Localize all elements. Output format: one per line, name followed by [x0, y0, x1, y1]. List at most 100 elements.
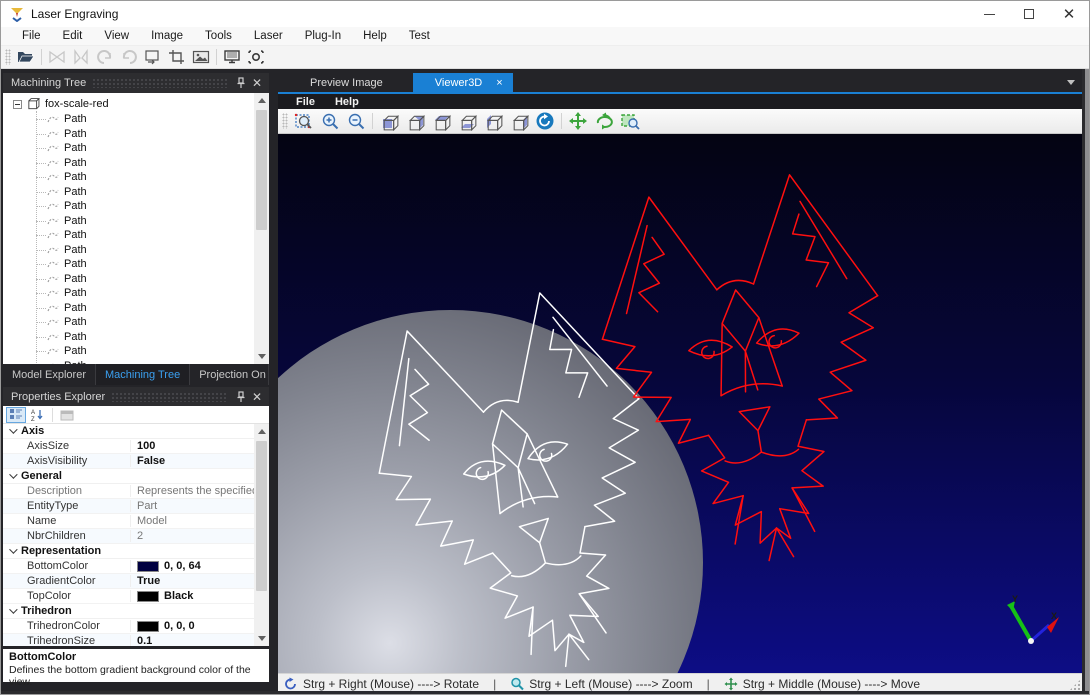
collapse-expander-icon[interactable] — [13, 100, 22, 109]
menu-plugin[interactable]: Plug-In — [294, 28, 352, 44]
property-value[interactable]: 2 — [131, 530, 254, 542]
pin-panel-button[interactable] — [233, 75, 249, 91]
viewer-menu-help[interactable]: Help — [325, 96, 369, 108]
categorized-button[interactable] — [6, 407, 26, 423]
tree-path-item[interactable]: Path — [3, 185, 254, 200]
rotate-ccw-button[interactable] — [117, 47, 141, 68]
tree-path-item[interactable]: Path — [3, 170, 254, 185]
tree-path-item[interactable]: Path — [3, 286, 254, 301]
menu-test[interactable]: Test — [398, 28, 441, 44]
property-value[interactable]: Represents the specified mo — [131, 485, 254, 497]
reset-rotation-button[interactable] — [532, 110, 558, 133]
rotate-cw-button[interactable] — [93, 47, 117, 68]
menu-laser[interactable]: Laser — [243, 28, 294, 44]
viewer-menu-file[interactable]: File — [286, 96, 325, 108]
tree-path-item[interactable]: Path — [3, 330, 254, 345]
tree-path-item[interactable]: Path — [3, 315, 254, 330]
view-front-button[interactable] — [376, 110, 402, 133]
property-value[interactable]: Part — [131, 500, 254, 512]
tree-path-item[interactable]: Path — [3, 214, 254, 229]
tab-list-dropdown-icon[interactable] — [1067, 80, 1075, 85]
scroll-down-button[interactable] — [254, 349, 269, 364]
resize-grip[interactable] — [1069, 679, 1081, 691]
tree-path-item[interactable]: Path — [3, 141, 254, 156]
camera-focus-button[interactable] — [244, 47, 268, 68]
tree-path-item[interactable]: Path — [3, 228, 254, 243]
property-pages-button[interactable] — [57, 407, 77, 423]
tab-viewer3d[interactable]: Viewer3D × — [413, 73, 513, 92]
alphabetical-sort-button[interactable]: AZ — [27, 407, 47, 423]
tree-scrollbar[interactable] — [254, 93, 269, 364]
property-row[interactable]: TrihedronSize0.1 — [3, 634, 254, 646]
tree-path-item[interactable]: Path — [3, 344, 254, 359]
property-row[interactable]: TopColorBlack — [3, 589, 254, 604]
view-back-button[interactable] — [402, 110, 428, 133]
fit-window-button[interactable] — [291, 110, 317, 133]
property-row[interactable]: NameModel — [3, 514, 254, 529]
tab-projection-on-surface[interactable]: Projection On Surface [F... — [190, 364, 269, 385]
scrollbar-thumb[interactable] — [256, 441, 267, 591]
toolbar-grip[interactable] — [282, 113, 288, 129]
tree-path-item[interactable]: Path — [3, 112, 254, 127]
view-right-button[interactable] — [506, 110, 532, 133]
tree-path-item[interactable]: Path — [3, 156, 254, 171]
toolbar-grip[interactable] — [5, 49, 11, 65]
tab-preview-image[interactable]: Preview Image — [296, 73, 397, 92]
tree-path-item[interactable]: Path — [3, 127, 254, 142]
tab-model-explorer[interactable]: Model Explorer — [3, 364, 96, 385]
property-value[interactable]: True — [131, 575, 254, 587]
property-value[interactable]: 0.1 — [131, 635, 254, 646]
menu-help[interactable]: Help — [352, 28, 398, 44]
category-general[interactable]: General — [3, 469, 254, 484]
close-panel-button[interactable]: ✕ — [249, 75, 265, 91]
flip-horizontal-button[interactable] — [69, 47, 93, 68]
property-row[interactable]: AxisSize100 — [3, 439, 254, 454]
display-button[interactable] — [220, 47, 244, 68]
view-top-button[interactable] — [428, 110, 454, 133]
tree-path-item[interactable]: Path — [3, 257, 254, 272]
properties-scrollbar[interactable] — [254, 424, 269, 646]
image-button[interactable] — [189, 47, 213, 68]
minimize-button[interactable] — [969, 1, 1009, 27]
zoom-in-button[interactable] — [317, 110, 343, 133]
view-left-button[interactable] — [480, 110, 506, 133]
tree-path-item[interactable]: Path — [3, 243, 254, 258]
flip-vertical-button[interactable] — [45, 47, 69, 68]
tree-path-item[interactable]: Path — [3, 301, 254, 316]
menu-edit[interactable]: Edit — [52, 28, 94, 44]
property-value[interactable]: 0, 0, 64 — [131, 560, 254, 572]
tab-machining-tree[interactable]: Machining Tree — [96, 364, 190, 385]
menu-file[interactable]: File — [11, 28, 52, 44]
close-button[interactable]: ✕ — [1049, 1, 1089, 27]
property-row[interactable]: AxisVisibilityFalse — [3, 454, 254, 469]
property-row[interactable]: BottomColor0, 0, 64 — [3, 559, 254, 574]
property-row[interactable]: EntityTypePart — [3, 499, 254, 514]
property-row[interactable]: TrihedronColor0, 0, 0 — [3, 619, 254, 634]
property-row[interactable]: NbrChildren2 — [3, 529, 254, 544]
zoom-out-button[interactable] — [343, 110, 369, 133]
pin-panel-button[interactable] — [233, 389, 249, 405]
property-value[interactable]: Model — [131, 515, 254, 527]
property-value[interactable]: 100 — [131, 440, 254, 452]
menu-view[interactable]: View — [93, 28, 140, 44]
orbit-button[interactable] — [591, 110, 617, 133]
scroll-up-button[interactable] — [254, 424, 269, 439]
menu-image[interactable]: Image — [140, 28, 194, 44]
category-trihedron[interactable]: Trihedron — [3, 604, 254, 619]
viewer3d-canvas[interactable]: Y X — [278, 134, 1083, 673]
machining-tree[interactable]: fox-scale-red Path Path Path Path Path P… — [3, 93, 254, 364]
image-rotate-button[interactable] — [141, 47, 165, 68]
scroll-up-button[interactable] — [254, 93, 269, 108]
category-axis[interactable]: Axis — [3, 424, 254, 439]
crop-button[interactable] — [165, 47, 189, 68]
menu-tools[interactable]: Tools — [194, 28, 243, 44]
property-row[interactable]: DescriptionRepresents the specified mo — [3, 484, 254, 499]
close-panel-button[interactable]: ✕ — [249, 389, 265, 405]
view-bottom-button[interactable] — [454, 110, 480, 133]
open-file-button[interactable] — [14, 47, 38, 68]
tab-close-icon[interactable]: × — [496, 77, 502, 89]
zoom-region-button[interactable] — [617, 110, 643, 133]
tree-root-node[interactable]: fox-scale-red — [3, 96, 254, 112]
maximize-button[interactable] — [1009, 1, 1049, 27]
pan-button[interactable] — [565, 110, 591, 133]
